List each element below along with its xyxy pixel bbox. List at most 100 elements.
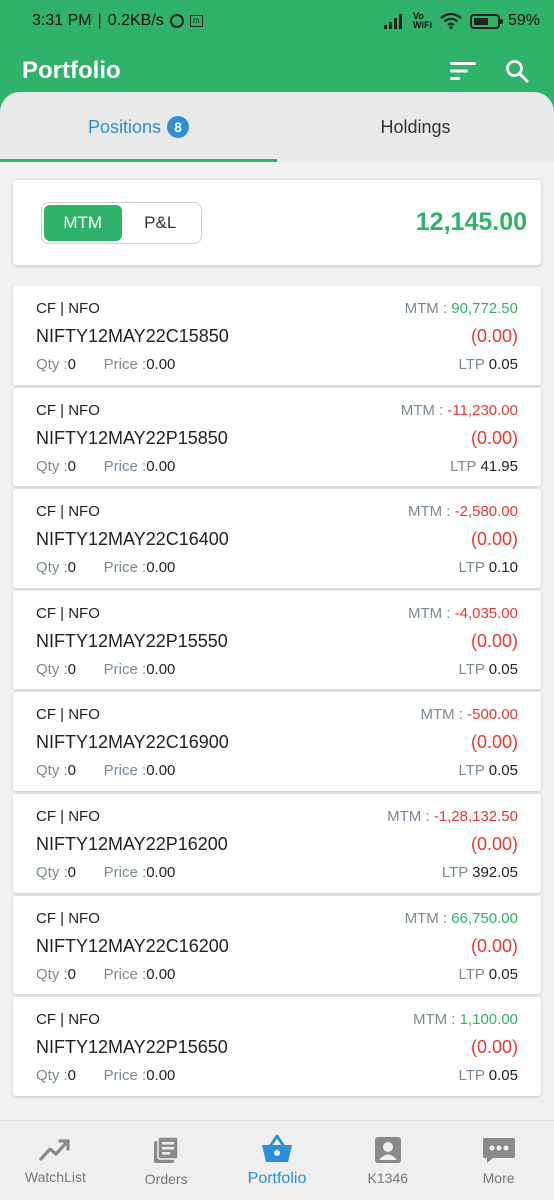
battery-icon: [469, 13, 503, 29]
page-title: Portfolio: [22, 57, 121, 84]
position-mtm: MTM : 66,750.00: [405, 910, 518, 927]
ltp-label: LTP: [441, 863, 473, 881]
battery-percent: 59%: [507, 12, 540, 29]
qty-value: 0: [67, 559, 77, 577]
trending-up-icon: [39, 1138, 70, 1161]
position-row-middle: NIFTY12MAY22C16200 (0.00): [36, 936, 518, 957]
position-change: (0.00): [470, 833, 518, 854]
position-symbol: NIFTY12MAY22C16200: [36, 935, 229, 956]
position-ltp: LTP 0.05: [459, 966, 519, 983]
qty-value: 0: [67, 863, 77, 881]
mtm-label: MTM :: [420, 706, 468, 724]
wifi-icon: [440, 13, 462, 29]
position-segment: CF | NFO: [36, 1011, 100, 1029]
nav-account[interactable]: K1346: [332, 1121, 443, 1200]
position-mtm: MTM : 1,100.00: [413, 1011, 518, 1028]
ltp-value: 41.95: [480, 457, 518, 475]
mtm-label: MTM :: [400, 401, 448, 419]
position-row-middle: NIFTY12MAY22C15850 (0.00): [36, 326, 518, 347]
position-row-bottom: Qty : 0 Price : 0.00 LTP 392.05: [36, 864, 518, 881]
price-label: Price :: [103, 559, 147, 577]
nav-orders-label: Orders: [144, 1170, 188, 1187]
ltp-value: 392.05: [472, 863, 518, 881]
price-value: 0.00: [146, 356, 176, 373]
position-card[interactable]: CF | NFO MTM : 1,100.00 NIFTY12MAY22P15650…: [13, 997, 541, 1096]
position-row-bottom: Qty : 0 Price : 0.00 LTP 0.05: [36, 762, 518, 779]
position-row-middle: NIFTY12MAY22C16400 (0.00): [36, 529, 518, 550]
mtm-value: -4,035.00: [454, 604, 518, 622]
nav-orders[interactable]: Orders: [111, 1121, 222, 1200]
position-segment: CF | NFO: [36, 604, 100, 622]
position-segment: CF | NFO: [36, 401, 100, 419]
position-card[interactable]: CF | NFO MTM : -500.00 NIFTY12MAY22C16900 (…: [13, 692, 541, 791]
ltp-label: LTP: [458, 762, 489, 780]
app-bar-actions: [448, 56, 532, 86]
position-row-top: CF | NFO MTM : -11,230.00: [36, 402, 518, 419]
mtm-value: -500.00: [467, 706, 518, 724]
tab-holdings[interactable]: Holdings: [277, 92, 554, 162]
position-card[interactable]: CF | NFO MTM : -2,580.00 NIFTY12MAY22C1640…: [13, 489, 541, 588]
price-value: 0.00: [146, 762, 176, 780]
mtm-value: -1,28,132.50: [433, 807, 518, 825]
price-label: Price :: [103, 660, 147, 678]
qty-value: 0: [67, 356, 77, 373]
position-mtm: MTM : -500.00: [420, 706, 518, 723]
position-segment: CF | NFO: [36, 706, 100, 724]
position-card[interactable]: CF | NFO MTM : 66,750.00 NIFTY12MAY22C1620…: [13, 895, 541, 995]
position-card[interactable]: CF | NFO MTM : -4,035.00 NIFTY12MAY22P1555…: [13, 590, 541, 690]
price-label: Price :: [103, 1067, 147, 1085]
status-bar: 3:31 PM | 0.2KB/s m Vo WiFi 59%: [0, 0, 554, 42]
ltp-value: 0.05: [488, 660, 518, 678]
position-segment: CF | NFO: [36, 300, 100, 317]
nav-portfolio[interactable]: Portfolio: [222, 1121, 333, 1200]
qty-value: 0: [67, 1067, 77, 1085]
price-value: 0.00: [146, 660, 176, 678]
mtm-label: MTM :: [404, 909, 452, 927]
ltp-label: LTP: [458, 660, 489, 678]
ltp-value: 0.05: [488, 762, 518, 780]
vowifi-label: Vo WiFi: [413, 11, 432, 30]
search-button[interactable]: [502, 56, 532, 86]
position-symbol: NIFTY12MAY22P16200: [36, 833, 228, 854]
position-card[interactable]: CF | NFO MTM : -11,230.00 NIFTY12MAY22P158…: [13, 387, 541, 487]
nav-account-label: K1346: [367, 1169, 409, 1186]
mtm-value: 66,750.00: [451, 909, 518, 927]
ltp-label: LTP: [458, 356, 489, 373]
position-row-bottom: Qty : 0 Price : 0.00 LTP 0.05: [36, 661, 518, 678]
nav-more[interactable]: More: [443, 1121, 554, 1200]
position-row-middle: NIFTY12MAY22C16900 (0.00): [36, 732, 518, 753]
account-icon: [374, 1136, 401, 1163]
position-change: (0.00): [470, 529, 518, 550]
position-segment: CF | NFO: [36, 807, 100, 825]
price-label: Price :: [103, 356, 147, 373]
position-row-top: CF | NFO MTM : 66,750.00: [36, 910, 518, 927]
mtm-label: MTM :: [387, 807, 434, 825]
tab-positions[interactable]: Positions 8: [0, 92, 277, 162]
price-label: Price :: [103, 762, 147, 780]
position-segment: CF | NFO: [36, 503, 100, 521]
ltp-label: LTP: [458, 965, 489, 983]
sort-button[interactable]: [448, 56, 478, 86]
status-left: 3:31 PM | 0.2KB/s m: [32, 12, 203, 30]
qty-label: Qty :: [36, 356, 68, 373]
position-card[interactable]: CF | NFO MTM : 90,772.50 NIFTY12MAY22C1585…: [13, 286, 541, 385]
ltp-value: 0.05: [488, 965, 518, 983]
ltp-value: 0.05: [488, 356, 518, 373]
qty-label: Qty :: [36, 863, 68, 881]
mtm-value: -11,230.00: [447, 401, 518, 419]
orders-icon: [154, 1135, 179, 1163]
position-row-bottom: Qty : 0 Price : 0.00 LTP 0.10: [36, 559, 518, 576]
position-symbol: NIFTY12MAY22P15650: [36, 1037, 228, 1058]
position-row-bottom: Qty : 0 Price : 0.00 LTP 0.05: [36, 966, 518, 983]
position-mtm: MTM : -4,035.00: [408, 605, 518, 622]
toggle-pnl[interactable]: P&L: [122, 205, 200, 241]
position-row-middle: NIFTY12MAY22P15550 (0.00): [36, 631, 518, 652]
position-change: (0.00): [470, 732, 518, 753]
toggle-mtm[interactable]: MTM: [44, 204, 122, 241]
nav-watchlist[interactable]: WatchList: [0, 1121, 111, 1200]
position-segment: CF | NFO: [36, 909, 100, 927]
tabs-container: Positions 8 Holdings: [0, 92, 554, 162]
position-change: (0.00): [470, 935, 518, 956]
position-change: (0.00): [470, 1037, 518, 1058]
position-card[interactable]: CF | NFO MTM : -1,28,132.50 NIFTY12MAY22P1…: [13, 793, 541, 893]
